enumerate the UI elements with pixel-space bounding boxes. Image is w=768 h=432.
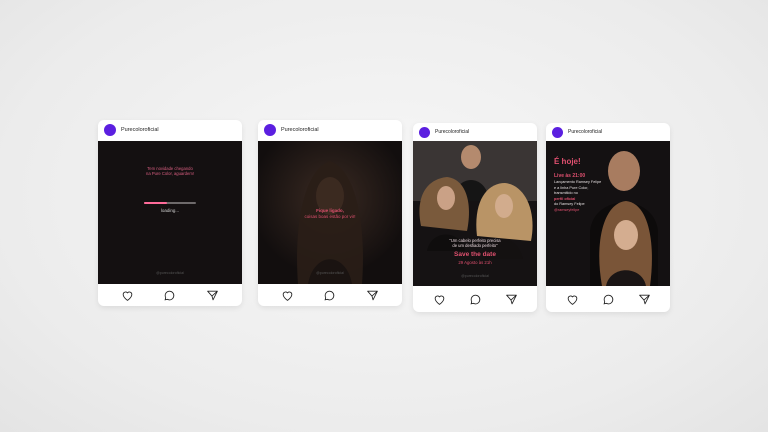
teaser-caption: Fique ligado, coisas boas estão por vir! [304, 208, 356, 219]
save-the-date-title: Save the date [454, 251, 496, 258]
watermark: @purecoloroficial [156, 271, 184, 275]
avatar[interactable] [104, 124, 116, 136]
account-handle[interactable]: Purecoloroficial [568, 129, 602, 135]
post-header: Purecoloroficial [98, 120, 242, 140]
quote: "Um cabelo perfeito precisa de um desfia… [449, 238, 501, 249]
post-actions [413, 286, 537, 312]
post-actions [546, 286, 670, 312]
post-actions [258, 284, 402, 306]
share-icon[interactable] [505, 293, 518, 306]
event-date: 29 Agosto às 21h [458, 260, 492, 265]
teaser-caption: Tem novidade chegando na Pure Color, agu… [146, 166, 194, 177]
post-media: É hoje! Live às 21:00 Lançamento Ramsey … [546, 141, 670, 286]
avatar[interactable] [552, 126, 563, 138]
post-header: Purecoloroficial [258, 120, 402, 140]
share-icon[interactable] [206, 289, 219, 302]
account-handle[interactable]: Purecoloroficial [121, 127, 159, 133]
comment-icon[interactable] [602, 293, 615, 306]
today-heading: É hoje! [554, 157, 581, 166]
loading-label: loading... [160, 208, 180, 213]
post-header: Purecoloroficial [546, 123, 670, 141]
heart-icon[interactable] [121, 289, 134, 302]
progress-track [144, 202, 196, 204]
post-header: Purecoloroficial [413, 123, 537, 141]
post-card-4: Purecoloroficial É hoje! Live às 21:00 L… [546, 123, 670, 312]
progress-fill [144, 202, 168, 204]
live-info: Live às 21:00 Lançamento Ramsey Felipe e… [554, 173, 602, 212]
watermark: @purecoloroficial [461, 274, 489, 278]
post-media: Fique ligado, coisas boas estão por vir!… [258, 141, 402, 284]
comment-icon[interactable] [323, 289, 336, 302]
post-media: "Um cabelo perfeito precisa de um desfia… [413, 141, 537, 286]
comment-icon[interactable] [163, 289, 176, 302]
post-card-3: Purecoloroficial "Um cabelo perfeito pre… [413, 123, 537, 312]
post-card-2: Purecoloroficial Fique ligado, coisas bo… [258, 120, 402, 306]
heart-icon[interactable] [281, 289, 294, 302]
share-icon[interactable] [638, 293, 651, 306]
account-handle[interactable]: Purecoloroficial [281, 127, 319, 133]
share-icon[interactable] [366, 289, 379, 302]
post-media: Tem novidade chegando na Pure Color, agu… [98, 141, 242, 284]
avatar[interactable] [264, 124, 276, 136]
heart-icon[interactable] [566, 293, 579, 306]
post-card-1: Purecoloroficial Tem novidade chegando n… [98, 120, 242, 306]
post-actions [98, 284, 242, 306]
heart-icon[interactable] [433, 293, 446, 306]
comment-icon[interactable] [469, 293, 482, 306]
watermark: @purecoloroficial [316, 271, 344, 275]
account-handle[interactable]: Purecoloroficial [435, 129, 469, 135]
avatar[interactable] [419, 126, 430, 138]
